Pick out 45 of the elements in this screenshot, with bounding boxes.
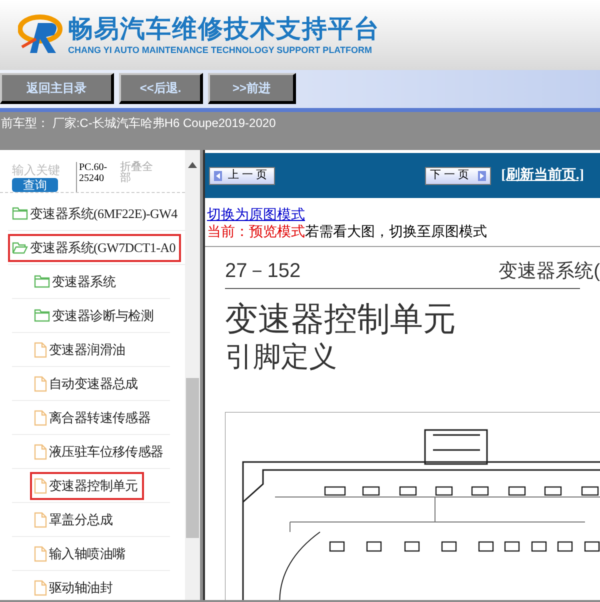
tree-item[interactable]: 离合器转速传感器 [12,404,157,432]
document-icon [34,512,47,528]
search-field[interactable]: 输入关键 [12,162,72,178]
previous-page-button[interactable]: 上一页 [209,166,275,184]
tree-item[interactable]: 罩盖分总成 [12,506,119,534]
tree-item[interactable]: 输入轴喷油嘴 [12,540,132,568]
tree-item[interactable]: 变速器诊断与检测 [12,302,160,330]
tree-item[interactable]: 变速器控制单元 [30,472,144,500]
document-icon [34,342,47,358]
search-button[interactable]: 查询 [12,178,58,192]
platform-title: 畅易汽车维修技术支持平台 [68,14,380,44]
tree-item[interactable]: 变速器系统 [12,268,122,296]
tree-item[interactable]: 自动变速器总成 [12,370,144,398]
tree-item[interactable]: 驱动轴油封 [12,574,119,600]
document-icon [34,478,47,494]
switch-mode-link[interactable]: 切换为原图模式 [207,206,600,223]
current-vehicle-text: 前车型： 厂家:C-长城汽车哈弗H6 Coupe2019-2020 [1,115,277,132]
tree-item[interactable]: 变速器润滑油 [12,336,132,364]
tree-item[interactable]: 变速器系统(GW7DCT1-A0 [8,234,182,262]
tree-item[interactable]: 液压驻车位移传感器 [12,438,170,466]
page-number: 27－152 [225,259,301,284]
folder-icon [12,207,28,220]
current-mode-text: 当前：预览模式 [207,223,305,240]
open-folder-icon [12,241,28,254]
folder-icon [34,309,50,322]
next-page-button[interactable]: 下一页 [425,166,492,184]
refresh-link[interactable]: [刷新当前页.] [501,165,584,186]
scroll-up-icon[interactable] [188,162,197,168]
folder-icon [34,275,50,288]
mode-hint-text: 若需看大图，切换至原图模式 [305,223,487,240]
document-subtitle: 引脚定义 [225,340,338,374]
left-arrow-icon [214,170,222,180]
tree-item[interactable]: 变速器系统(6MF22E)-GW4 [8,200,184,228]
document-icon [34,546,47,562]
section-title: 变速器系统( [498,260,600,284]
document-icon [34,410,47,426]
document-icon [34,376,47,392]
code-text: PC.60-25240 [76,162,116,192]
document-icon [34,444,47,460]
document-icon [34,580,47,596]
scroll-thumb[interactable] [186,378,199,538]
platform-subtitle: CHANG YI AUTO MAINTENANCE TECHNOLOGY SUPPORT PLATFORM [68,44,374,56]
scrollbar[interactable] [185,150,200,600]
document-title: 变速器控制单元 [225,299,457,339]
right-arrow-icon [478,170,486,180]
